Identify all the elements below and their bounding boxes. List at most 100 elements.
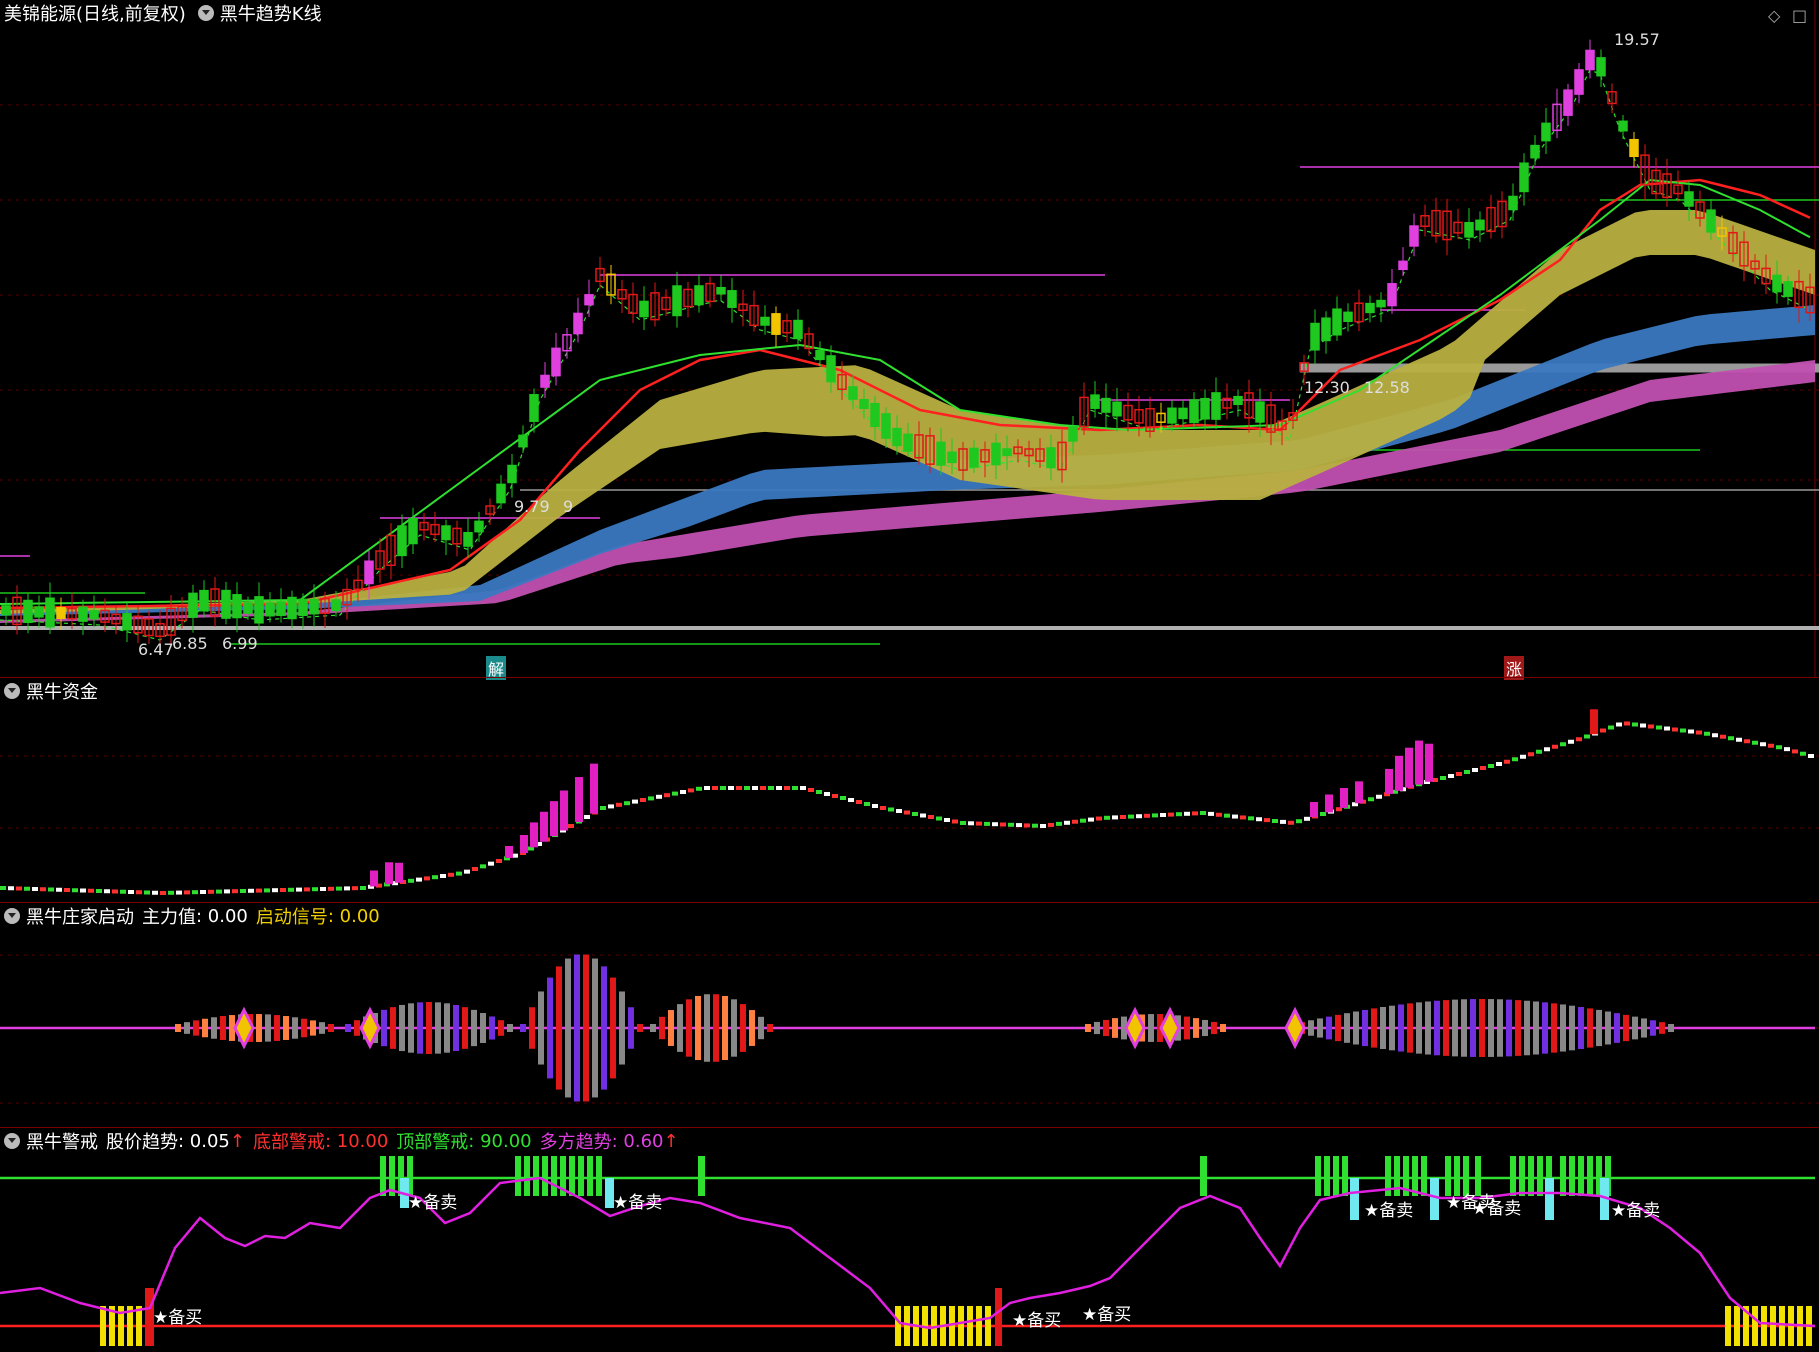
- capital-dot: [1512, 757, 1518, 762]
- alert-f2: 底部警戒: 10.00: [253, 1128, 388, 1154]
- capital-chart[interactable]: [0, 678, 1819, 902]
- diamond-icon[interactable]: ◇: [1768, 6, 1780, 25]
- banker-bar: [1461, 999, 1467, 1057]
- collapse-toggle-icon[interactable]: [4, 1133, 20, 1149]
- banker-bar: [668, 1010, 674, 1046]
- capital-dot: [1624, 721, 1630, 726]
- capital-dot: [176, 890, 182, 895]
- capital-dot: [752, 786, 758, 790]
- capital-bar: [1415, 740, 1423, 785]
- banker-bar: [1184, 1016, 1190, 1040]
- capital-bar: [1325, 794, 1333, 813]
- candle-body: [1090, 394, 1100, 409]
- buy-signal-label: ★备买: [153, 1308, 203, 1328]
- banker-bar: [1614, 1013, 1620, 1043]
- candle-body: [1596, 57, 1606, 77]
- banker-bar: [1308, 1020, 1314, 1036]
- capital-dot: [704, 786, 710, 790]
- capital-dot: [240, 889, 246, 893]
- candle-body: [1233, 395, 1243, 406]
- candle-body: [727, 290, 737, 308]
- label-mid-b-tail: 12.58: [1364, 378, 1410, 397]
- candle-body: [1211, 392, 1221, 420]
- candle-body: [1167, 407, 1177, 424]
- alert-pane[interactable]: 黑牛警戒 股价趋势: 0.05 ↑ 底部警戒: 10.00 顶部警戒: 90.00…: [0, 1128, 1819, 1352]
- capital-dot: [928, 815, 934, 819]
- banker-bar: [310, 1020, 316, 1036]
- alert-chart[interactable]: [0, 1128, 1819, 1352]
- capital-dot: [992, 822, 998, 827]
- alert-bar: [995, 1288, 1002, 1346]
- banker-bar: [1542, 1002, 1548, 1054]
- capital-dot: [1680, 728, 1686, 733]
- candle-body: [298, 598, 308, 617]
- capital-dot: [1520, 754, 1526, 759]
- capital-dot: [864, 802, 870, 806]
- capital-dot: [1256, 817, 1262, 822]
- capital-dot: [1752, 740, 1758, 745]
- candle-body: [441, 525, 451, 541]
- capital-dot: [104, 889, 110, 894]
- banker-pane[interactable]: 黑牛庄家启动 主力值: 0.00 启动信号: 0.00: [0, 903, 1819, 1127]
- candle-body: [1684, 191, 1694, 207]
- banker-bar: [731, 999, 737, 1057]
- candle-body: [969, 447, 979, 468]
- capital-dot: [336, 886, 342, 891]
- banker-bar: [1335, 1014, 1341, 1042]
- candle-body: [584, 294, 594, 306]
- capital-dot: [1200, 811, 1206, 815]
- capital-dot: [1480, 766, 1486, 770]
- capital-dot: [136, 890, 142, 895]
- alert-bar: [985, 1306, 991, 1346]
- banker-bar: [274, 1015, 280, 1041]
- capital-pane[interactable]: 黑牛资金: [0, 678, 1819, 902]
- candle-body: [78, 606, 88, 622]
- label-low-b: 6.85: [172, 634, 208, 653]
- alert-bar: [976, 1306, 982, 1346]
- candle-body: [947, 451, 957, 464]
- capital-dot: [1448, 774, 1454, 778]
- capital-dot: [1600, 728, 1606, 733]
- banker-title: 黑牛庄家启动: [26, 907, 134, 928]
- capital-dot: [776, 786, 782, 790]
- capital-dot: [80, 888, 86, 893]
- candle-body: [1574, 69, 1584, 95]
- banker-bar: [301, 1018, 307, 1038]
- collapse-toggle-icon[interactable]: [4, 683, 20, 699]
- banker-chart[interactable]: [0, 903, 1819, 1127]
- candle-body: [771, 313, 781, 335]
- collapse-toggle-icon[interactable]: [197, 5, 214, 21]
- capital-dot: [1152, 813, 1158, 818]
- banker-diamond: [1284, 1006, 1306, 1050]
- alert-title: 黑牛警戒: [26, 1132, 98, 1153]
- capital-dot: [1032, 823, 1038, 828]
- capital-bar: [1395, 755, 1403, 791]
- candle-body: [1046, 447, 1056, 469]
- candle-body: [1365, 302, 1375, 314]
- alert-bar: [904, 1306, 910, 1346]
- capital-pane-header: 黑牛资金: [0, 678, 106, 704]
- banker-bar: [1596, 1009, 1602, 1047]
- window-icon[interactable]: □: [1792, 6, 1807, 25]
- banker-bar: [1326, 1016, 1332, 1040]
- banker-bar: [417, 1002, 423, 1054]
- capital-dot: [1048, 822, 1054, 827]
- banker-bar: [767, 1024, 773, 1032]
- capital-dot: [632, 799, 638, 804]
- capital-dot: [1456, 772, 1462, 776]
- alert-bar: [1761, 1306, 1767, 1346]
- alert-bar: [1560, 1156, 1566, 1196]
- candle-body: [1783, 281, 1793, 297]
- capital-dot: [1800, 751, 1806, 756]
- capital-bar: [560, 790, 568, 831]
- main-pane[interactable]: 美锦能源(日线,前复权) 黑牛趋势K线 ◇ □ 19.57 6.47 6.85 …: [0, 0, 1819, 680]
- collapse-toggle-icon[interactable]: [4, 908, 20, 924]
- capital-dot: [1376, 794, 1382, 799]
- alert-bar: [542, 1156, 548, 1196]
- main-chart[interactable]: [0, 0, 1819, 677]
- indicator-title: 黑牛趋势K线: [219, 4, 322, 25]
- capital-dot: [1240, 815, 1246, 820]
- candle-body: [463, 531, 473, 547]
- capital-dot: [360, 886, 366, 890]
- alert-bar: [1342, 1156, 1348, 1196]
